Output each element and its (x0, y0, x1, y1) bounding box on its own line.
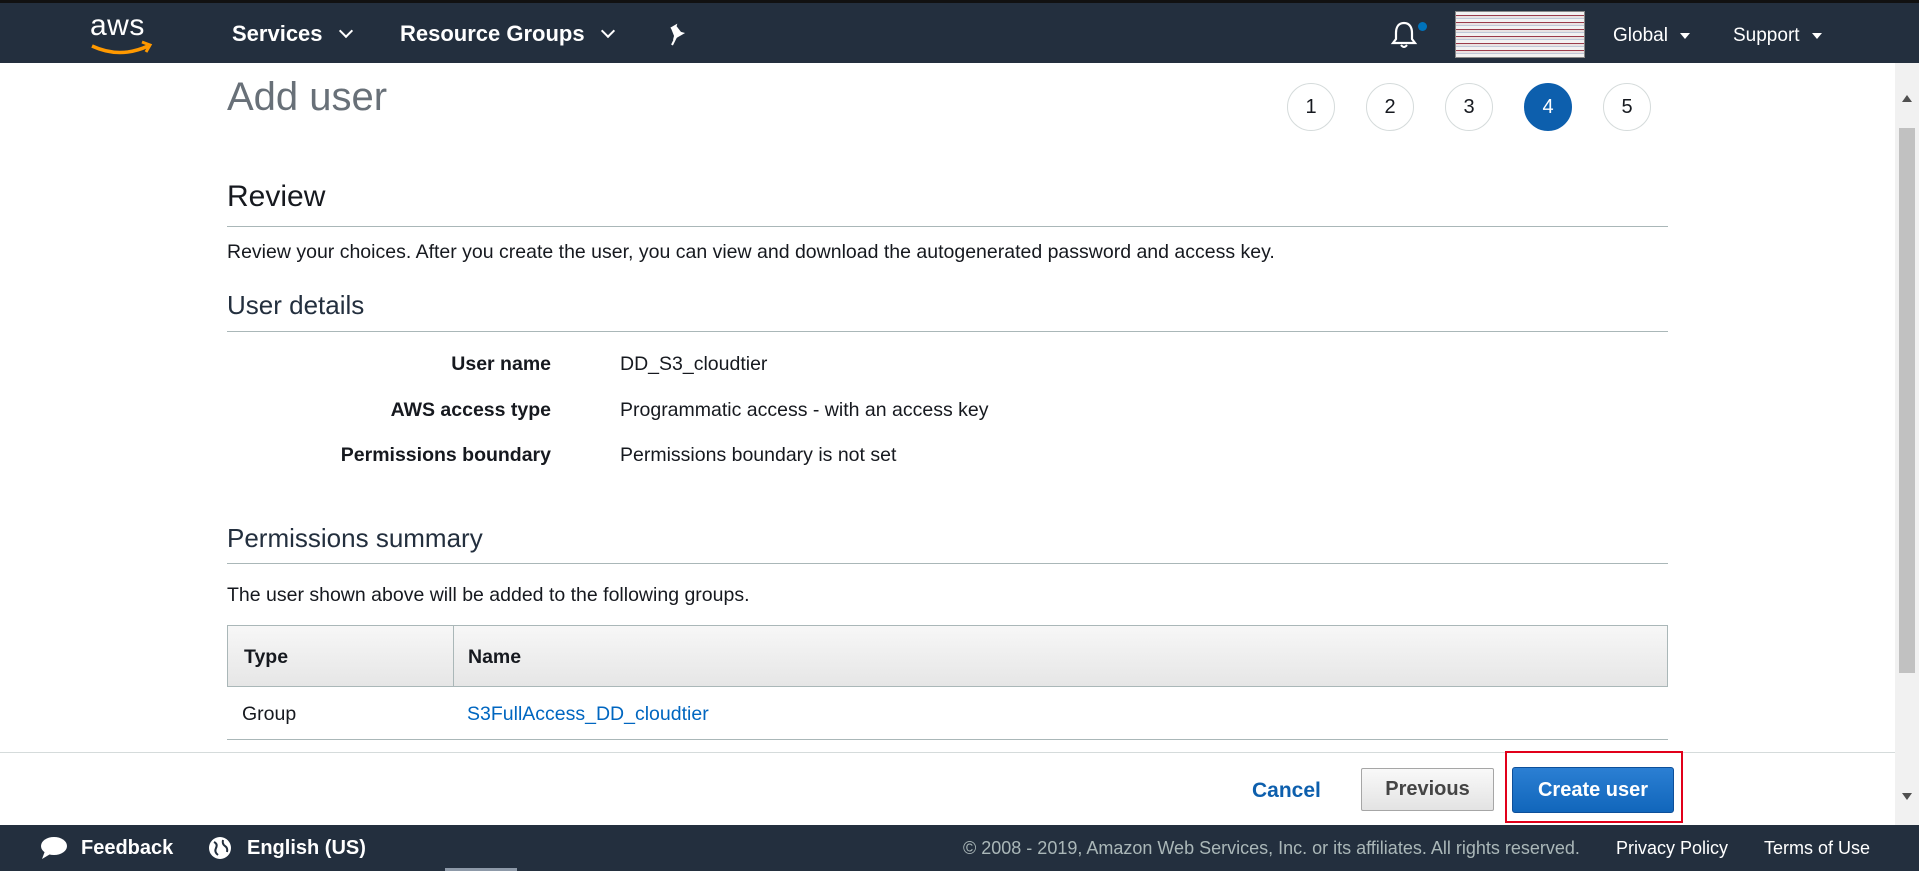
wizard-step-2[interactable]: 2 (1366, 83, 1414, 131)
wizard-step-5[interactable]: 5 (1603, 83, 1651, 131)
scroll-down-arrow-icon[interactable] (1902, 793, 1912, 800)
row-type-cell: Group (242, 703, 297, 725)
wizard-step-1[interactable]: 1 (1287, 83, 1335, 131)
divider (227, 226, 1668, 227)
privacy-policy-link[interactable]: Privacy Policy (1616, 838, 1728, 859)
table-row-divider (227, 739, 1668, 740)
create-user-button[interactable]: Create user (1512, 767, 1674, 813)
scrollbar-thumb[interactable] (1899, 128, 1915, 673)
review-description: Review your choices. After you create th… (227, 241, 1275, 263)
column-separator (453, 626, 454, 686)
permissions-summary-heading: Permissions summary (227, 523, 483, 553)
column-header-type[interactable]: Type (244, 646, 288, 669)
divider (227, 563, 1668, 564)
language-selector[interactable]: English (US) (247, 837, 366, 860)
top-navigation-bar: aws Services Resource Groups Global Supp… (0, 0, 1919, 63)
support-label: Support (1733, 25, 1800, 46)
aws-logo[interactable]: aws (88, 9, 158, 57)
user-name-label: User name (451, 353, 551, 375)
resource-groups-menu[interactable]: Resource Groups (400, 21, 615, 47)
wizard-step-4-active: 4 (1524, 83, 1572, 131)
globe-icon (208, 836, 232, 865)
access-type-label: AWS access type (390, 399, 551, 421)
region-menu[interactable]: Global (1613, 25, 1690, 47)
chevron-down-icon (338, 23, 353, 39)
support-menu[interactable]: Support (1733, 25, 1822, 47)
page-title: Add user (227, 75, 388, 119)
permissions-boundary-value: Permissions boundary is not set (620, 444, 897, 466)
groups-table-header: Type Name (227, 625, 1668, 687)
services-menu[interactable]: Services (232, 21, 353, 47)
notifications-bell-icon[interactable] (1390, 20, 1427, 50)
group-name-link[interactable]: S3FullAccess_DD_cloudtier (467, 703, 709, 726)
previous-button[interactable]: Previous (1361, 768, 1494, 811)
terms-of-use-link[interactable]: Terms of Use (1764, 838, 1870, 859)
review-heading: Review (227, 180, 326, 213)
aws-smile-icon (91, 40, 153, 55)
notification-dot (1418, 22, 1427, 31)
scroll-up-arrow-icon[interactable] (1902, 95, 1912, 102)
user-name-value: DD_S3_cloudtier (620, 353, 768, 375)
divider (227, 331, 1668, 332)
wizard-action-bar: Cancel Previous Create user (0, 751, 1895, 826)
cancel-button[interactable]: Cancel (1252, 779, 1321, 803)
user-details-heading: User details (227, 290, 365, 320)
pin-icon[interactable] (666, 23, 688, 52)
column-header-name[interactable]: Name (468, 646, 521, 669)
wizard-step-3[interactable]: 3 (1445, 83, 1493, 131)
copyright-text: © 2008 - 2019, Amazon Web Services, Inc.… (963, 838, 1580, 858)
region-label: Global (1613, 25, 1668, 46)
feedback-bubble-icon (40, 836, 68, 865)
resource-groups-label: Resource Groups (400, 21, 585, 46)
feedback-link[interactable]: Feedback (81, 837, 173, 860)
footer-bar: Feedback English (US) © 2008 - 2019, Ama… (0, 825, 1919, 871)
main-content: Add user 1 2 3 4 5 Review Review your ch… (0, 63, 1895, 752)
services-label: Services (232, 21, 323, 46)
caret-down-icon (1679, 33, 1690, 39)
permissions-description: The user shown above will be added to th… (227, 584, 750, 606)
access-type-value: Programmatic access - with an access key (620, 399, 989, 421)
chevron-down-icon (600, 23, 615, 39)
caret-down-icon (1811, 33, 1822, 39)
account-menu-redacted[interactable] (1455, 11, 1585, 58)
permissions-boundary-label: Permissions boundary (340, 444, 551, 466)
vertical-scrollbar[interactable] (1895, 63, 1919, 825)
